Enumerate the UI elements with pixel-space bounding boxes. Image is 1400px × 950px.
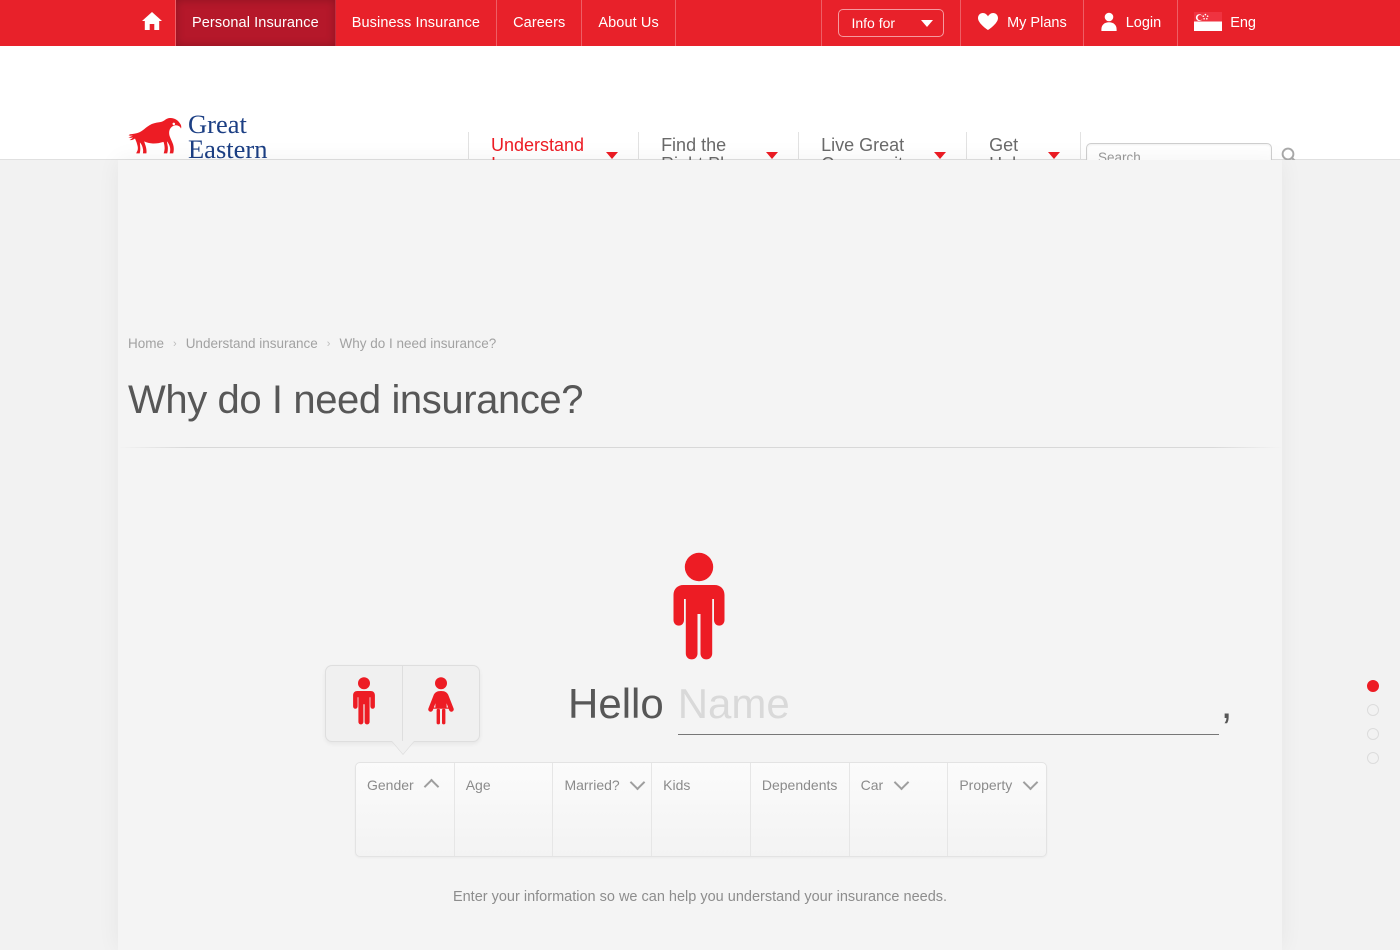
top-nav-label: About Us (598, 15, 659, 31)
attribute-cell-married[interactable]: Married? (553, 763, 653, 856)
breadcrumb-item-understand-insurance[interactable]: Understand insurance (186, 336, 318, 351)
chevron-down-icon (921, 19, 934, 27)
pagination-dot-3[interactable] (1367, 728, 1379, 740)
chevron-down-icon (1048, 151, 1061, 159)
top-nav-personal-insurance[interactable]: Personal Insurance (176, 0, 336, 46)
info-for-cell: Info for (821, 0, 962, 46)
pagination-dots (1367, 680, 1379, 764)
top-nav-business-insurance[interactable]: Business Insurance (336, 0, 498, 46)
page-content: Home › Understand insurance › Why do I n… (0, 160, 1400, 950)
popover-pointer (392, 741, 414, 754)
top-nav-about-us[interactable]: About Us (582, 0, 676, 46)
chevron-down-icon (766, 151, 779, 159)
my-plans-button[interactable]: My Plans (961, 0, 1084, 46)
chevron-down-icon (1022, 774, 1038, 791)
breadcrumb-separator: › (326, 337, 331, 350)
logo-wordmark: Great Eastern (188, 111, 268, 164)
heart-icon (977, 12, 999, 35)
user-icon (1100, 12, 1118, 35)
top-nav-right: Info for My Plans Login Eng (821, 0, 1272, 46)
attribute-cell-kids[interactable]: Kids (652, 763, 751, 856)
attribute-label: Dependents (761, 776, 838, 793)
top-nav-careers[interactable]: Careers (497, 0, 583, 46)
top-nav-label: Personal Insurance (192, 15, 319, 31)
attribute-label: Married? (564, 776, 620, 793)
singapore-flag-icon (1194, 11, 1223, 35)
attribute-cell-dependents[interactable]: Dependents (751, 763, 850, 856)
chevron-down-icon (893, 774, 909, 791)
name-input[interactable] (677, 680, 1219, 735)
attribute-cell-age[interactable]: Age (455, 763, 554, 856)
top-nav-label: Business Insurance (351, 15, 481, 31)
login-button[interactable]: Login (1084, 0, 1179, 46)
chevron-down-icon (934, 151, 947, 159)
chevron-up-icon (423, 778, 440, 795)
pagination-dot-4[interactable] (1367, 752, 1379, 764)
attribute-label: Car (860, 776, 884, 793)
logo-word-eastern: Eastern (188, 134, 268, 164)
attribute-bar: Gender Age Married? Kids Dependents Car … (355, 762, 1047, 857)
attribute-cell-car[interactable]: Car (850, 763, 949, 856)
attribute-cell-gender[interactable]: Gender (356, 763, 455, 856)
greeting-hello-label: Hello (568, 680, 664, 727)
instruction-text: Enter your information so we can help yo… (452, 889, 948, 905)
breadcrumb: Home › Understand insurance › Why do I n… (128, 336, 496, 351)
top-nav-left: Personal Insurance Business Insurance Ca… (128, 0, 676, 46)
home-button[interactable] (128, 0, 176, 46)
breadcrumb-item-home[interactable]: Home (128, 336, 164, 351)
title-divider (118, 447, 1282, 448)
attribute-label: Gender (367, 776, 414, 793)
attribute-label: Age (465, 776, 491, 793)
top-utility-bar: Personal Insurance Business Insurance Ca… (0, 0, 1400, 46)
info-for-dropdown[interactable]: Info for (838, 9, 945, 37)
greeting-line: Hello , (568, 680, 1232, 735)
lion-logo-icon (128, 112, 184, 163)
chevron-down-icon (606, 151, 619, 159)
login-label: Login (1125, 15, 1162, 31)
pagination-dot-1[interactable] (1367, 680, 1379, 692)
language-label: Eng (1230, 15, 1256, 31)
attribute-label: Property (959, 776, 1013, 793)
home-icon (141, 11, 163, 36)
breadcrumb-separator: › (173, 337, 177, 350)
hero-male-figure-icon (658, 552, 740, 665)
language-selector[interactable]: Eng (1178, 0, 1272, 46)
attribute-label: Kids (663, 776, 691, 793)
site-header: Great Eastern Life is Great A member of … (0, 46, 1400, 213)
pagination-dot-2[interactable] (1367, 704, 1379, 716)
greeting-comma: , (1220, 680, 1233, 727)
page-title: Why do I need insurance? (128, 378, 584, 422)
female-figure-icon (426, 677, 456, 730)
gender-selector-popover (325, 665, 480, 742)
top-nav-label: Careers (513, 15, 566, 31)
gender-option-female[interactable] (403, 666, 479, 741)
my-plans-label: My Plans (1007, 15, 1067, 31)
chevron-down-icon (629, 774, 646, 791)
breadcrumb-item-current: Why do I need insurance? (339, 336, 497, 351)
attribute-cell-property[interactable]: Property (948, 763, 1046, 856)
info-for-label: Info for (851, 15, 896, 31)
gender-option-male[interactable] (326, 666, 403, 741)
male-figure-icon (351, 677, 377, 730)
